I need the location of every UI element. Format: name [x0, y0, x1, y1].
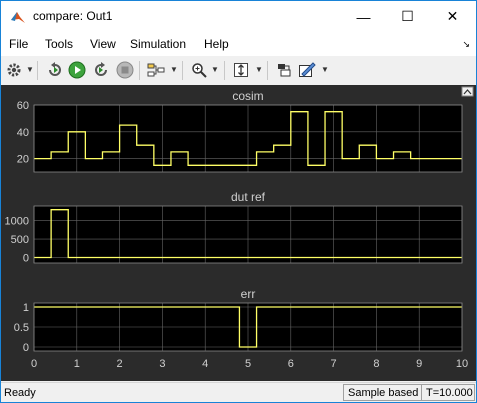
dock-arrow-icon[interactable]: ↘ — [462, 39, 470, 50]
x-tick-label: 9 — [416, 358, 422, 370]
fit-icon[interactable] — [231, 60, 251, 80]
scope-axes-0: 20 40 60 cosim — [17, 89, 463, 173]
step-back-icon[interactable] — [45, 60, 65, 80]
x-tick-label: 10 — [456, 358, 468, 370]
y-tick-label: 0 — [23, 252, 29, 264]
y-tick-label: 1000 — [5, 216, 29, 228]
status-bar: Ready Sample based T=10.000 — [1, 382, 476, 402]
scope-plots: 204060cosim05001000dut ref00.510 1 2 3 4 5 6 7 8… — [5, 86, 474, 370]
title-bar: compare: Out1 — ☐ ✕ — [1, 1, 476, 32]
y-tick-label: 500 — [11, 234, 29, 246]
y-tick-label: 40 — [17, 127, 29, 139]
undock-icon[interactable] — [461, 86, 474, 97]
plot-title: dut ref — [231, 190, 266, 204]
menu-help[interactable]: Help — [204, 37, 229, 51]
x-tick-label: 5 — [245, 358, 251, 370]
style-icon[interactable] — [297, 60, 317, 80]
menu-tools[interactable]: Tools — [45, 37, 73, 51]
y-tick-label: 0.5 — [14, 322, 29, 334]
style-dropdown-icon[interactable]: ▼ — [321, 65, 329, 74]
scope-axes-1: 0 500 1000 dut ref — [5, 190, 463, 264]
layout-icon[interactable] — [274, 60, 294, 80]
x-tick-label: 4 — [202, 358, 208, 370]
status-time: T=10.000 — [421, 384, 475, 401]
menu-file[interactable]: File — [9, 37, 28, 51]
toolbar-separator — [37, 61, 38, 80]
highlight-icon[interactable] — [146, 60, 166, 80]
y-tick-label: 0 — [23, 342, 29, 354]
zoom-icon[interactable] — [189, 60, 209, 80]
plot-title: cosim — [232, 89, 263, 103]
maximize-button[interactable]: ☐ — [385, 1, 430, 32]
y-tick-label: 20 — [17, 154, 29, 166]
plot-title: err — [241, 287, 256, 301]
status-mode: Sample based — [343, 384, 424, 401]
window-title: compare: Out1 — [33, 9, 113, 23]
undock-icon-frame — [461, 86, 474, 97]
step-forward-icon[interactable] — [91, 60, 111, 80]
y-tick-label: 60 — [17, 100, 29, 112]
status-ready: Ready — [4, 387, 36, 399]
close-button[interactable]: ✕ — [430, 1, 475, 32]
toolbar-separator — [139, 61, 140, 80]
matlab-logo-icon — [11, 12, 25, 23]
plot-area: 20 40 60 cosim 0 500 1000 dut ref 0 0.5 1 0 1 2 3 4 5 6 7 8… — [1, 85, 476, 381]
fit-dropdown-icon[interactable]: ▼ — [255, 65, 263, 74]
menu-view[interactable]: View — [90, 37, 116, 51]
toolbar-separator — [224, 61, 225, 80]
scope-window: compare: Out1 — ☐ ✕ File Tools View Simu… — [0, 0, 477, 403]
x-tick-label: 7 — [331, 358, 337, 370]
zoom-dropdown-icon[interactable]: ▼ — [211, 65, 219, 74]
toolbar-separator — [267, 61, 268, 80]
y-tick-label: 1 — [23, 302, 29, 314]
stop-icon[interactable] — [115, 60, 135, 80]
x-tick-label: 8 — [373, 358, 379, 370]
gear-icon[interactable] — [4, 60, 24, 80]
toolbar-separator — [182, 61, 183, 80]
menu-simulation[interactable]: Simulation — [130, 37, 186, 51]
highlight-dropdown-icon[interactable]: ▼ — [170, 65, 178, 74]
x-tick-label: 3 — [159, 358, 165, 370]
x-tick-label: 0 — [31, 358, 37, 370]
gear-dropdown-icon[interactable]: ▼ — [26, 65, 34, 74]
minimize-button[interactable]: — — [341, 1, 386, 32]
scope-axes-2: 00.510 1 2 3 4 5 6 7 8 9 10err — [14, 287, 468, 370]
menu-bar: File Tools View Simulation Help ↘ — [1, 32, 476, 56]
toolbar: ▼ ▼ ▼ ▼ ▼ — [1, 56, 476, 85]
x-tick-label: 1 — [74, 358, 80, 370]
x-tick-label: 6 — [288, 358, 294, 370]
run-icon[interactable] — [67, 60, 87, 80]
x-tick-label: 2 — [117, 358, 123, 370]
